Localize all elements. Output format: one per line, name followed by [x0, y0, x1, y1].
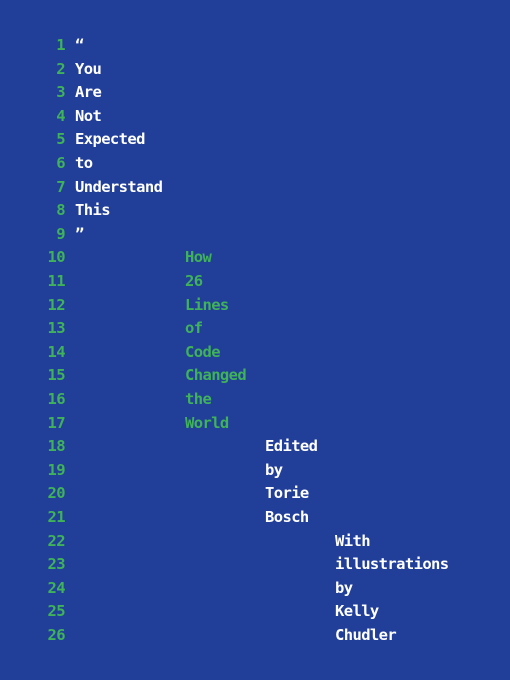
line-number: 23 — [47, 555, 66, 574]
book-cover: 1 “2 You 3 Are 4 Not 5 Expected 6 to 7 Understand 8 Th… — [0, 0, 510, 680]
code-line: 8 This — [0, 198, 510, 222]
code-line: 16 the — [0, 387, 510, 411]
line-number: 22 — [47, 531, 66, 550]
code-line: 23 illustrations — [0, 552, 510, 576]
title-line: Understand — [75, 177, 163, 196]
code-line: 21 Bosch — [0, 505, 510, 529]
line-number: 20 — [47, 484, 66, 503]
code-line: 1 “ — [0, 33, 510, 57]
code-line: 17 World — [0, 411, 510, 435]
line-number: 16 — [47, 390, 66, 408]
editor-line: Bosch — [265, 508, 309, 526]
line-number: 1 — [56, 36, 65, 54]
line-number: 15 — [47, 366, 66, 385]
code-line: 20 Torie — [0, 481, 510, 505]
line-number: 19 — [47, 460, 66, 479]
line-number: 7 — [56, 177, 65, 196]
line-number: 13 — [47, 319, 66, 338]
code-line: 24 by — [0, 576, 510, 600]
line-number: 12 — [47, 295, 66, 314]
title-line: Not — [75, 106, 102, 125]
illustrator-line: With — [335, 531, 371, 550]
subtitle-line: the — [185, 390, 212, 408]
title-line: to — [75, 154, 93, 172]
illustrator-line: Kelly — [335, 602, 379, 621]
line-number: 10 — [47, 248, 66, 267]
line-number: 4 — [56, 106, 65, 125]
title-line: You — [75, 59, 102, 78]
editor-line: Edited — [265, 437, 318, 456]
code-line: 10 How — [0, 245, 510, 269]
subtitle-line: How — [185, 248, 212, 267]
code-line: 2 You — [0, 57, 510, 81]
code-line: 11 26 — [0, 269, 510, 293]
title-line: “ — [75, 36, 84, 54]
line-number: 6 — [56, 154, 65, 172]
editor-line: by — [265, 460, 283, 479]
line-number: 9 — [56, 224, 65, 243]
title-line: ” — [75, 224, 84, 243]
subtitle-line: of — [185, 319, 203, 338]
line-number: 14 — [47, 342, 66, 361]
code-line: 6 to — [0, 151, 510, 175]
line-number: 8 — [56, 201, 65, 220]
code-line: 15 Changed — [0, 363, 510, 387]
line-number: 5 — [56, 130, 65, 149]
code-line: 12 Lines — [0, 293, 510, 317]
code-line: 19 by — [0, 458, 510, 482]
illustrator-line: illustrations — [335, 555, 449, 574]
subtitle-line: Code — [185, 342, 221, 361]
line-number: 24 — [47, 578, 66, 597]
title-line: Are — [75, 83, 102, 102]
code-line: 18 Edited — [0, 434, 510, 458]
title-line: This — [75, 201, 111, 220]
code-line: 25 Kelly — [0, 599, 510, 623]
subtitle-line: World — [185, 413, 229, 432]
code-line: 9” — [0, 222, 510, 246]
code-line: 4 Not — [0, 104, 510, 128]
line-number: 3 — [56, 83, 65, 102]
subtitle-line: Changed — [185, 366, 247, 385]
code-line: 13 of — [0, 316, 510, 340]
subtitle-line: Lines — [185, 295, 229, 314]
illustrator-line: Chudler — [335, 626, 397, 644]
code-line: 22 With — [0, 529, 510, 553]
code-line: 14 Code — [0, 340, 510, 364]
code-line: 5 Expected — [0, 127, 510, 151]
line-number: 11 — [47, 272, 66, 290]
code-line: 26 Chudler — [0, 623, 510, 647]
line-number: 25 — [47, 602, 66, 621]
subtitle-line: 26 — [185, 272, 203, 290]
line-number: 26 — [47, 626, 66, 644]
line-number: 21 — [47, 508, 66, 526]
editor-line: Torie — [265, 484, 309, 503]
illustrator-line: by — [335, 578, 353, 597]
line-number: 17 — [47, 413, 66, 432]
code-line: 3 Are — [0, 80, 510, 104]
title-line: Expected — [75, 130, 145, 149]
line-number: 2 — [56, 59, 65, 78]
line-number: 18 — [47, 437, 66, 456]
code-line: 7 Understand — [0, 175, 510, 199]
